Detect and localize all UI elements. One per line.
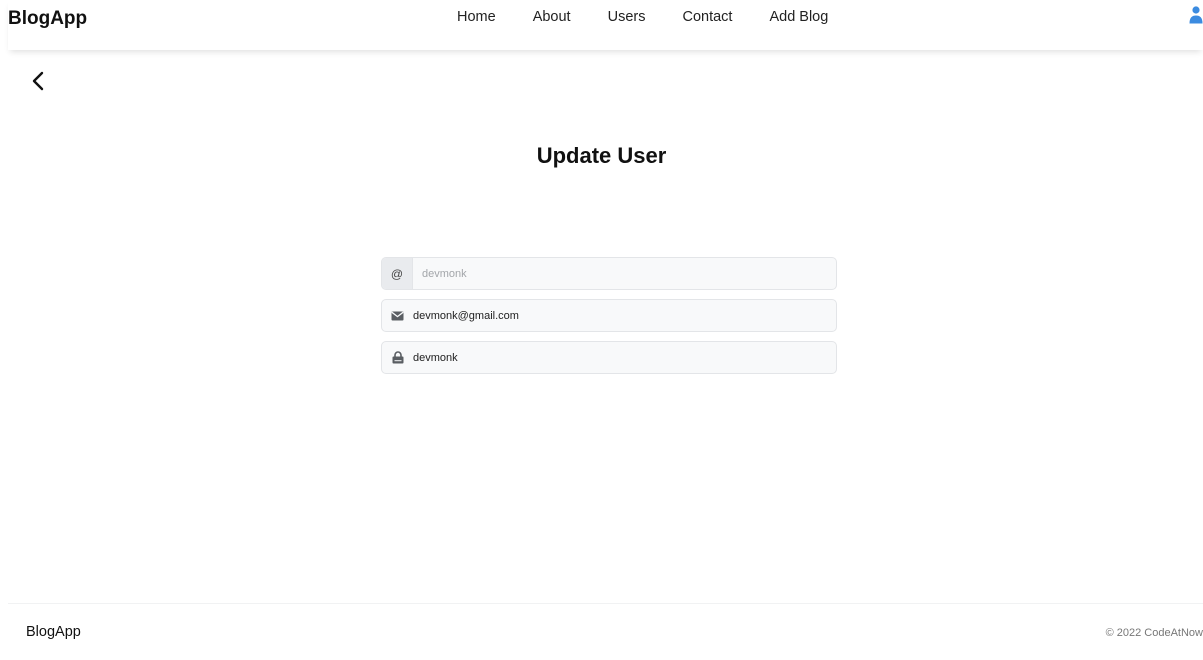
- footer-brand: BlogApp: [26, 624, 81, 640]
- username-field: @: [381, 257, 837, 290]
- nav-link-contact[interactable]: Contact: [682, 9, 732, 25]
- footer: BlogApp © 2022 CodeAtNow: [8, 603, 1203, 660]
- password-field: [381, 341, 837, 374]
- username-input[interactable]: [413, 258, 836, 289]
- password-input[interactable]: [413, 342, 836, 373]
- page-title: Update User: [536, 143, 667, 168]
- email-input[interactable]: [413, 300, 836, 331]
- envelope-icon: [382, 300, 413, 331]
- user-icon[interactable]: [1189, 6, 1203, 24]
- nav-link-about[interactable]: About: [533, 9, 571, 25]
- email-field: [381, 299, 837, 332]
- nav-link-add-blog[interactable]: Add Blog: [769, 9, 828, 25]
- nav-links: Home About Users Contact Add Blog: [457, 9, 828, 25]
- nav-link-home[interactable]: Home: [457, 9, 496, 25]
- navbar: BlogApp Home About Users Contact Add Blo…: [8, 0, 1203, 50]
- brand-logo[interactable]: BlogApp: [8, 8, 87, 30]
- update-user-form: @: [381, 257, 837, 383]
- nav-link-users[interactable]: Users: [608, 9, 646, 25]
- footer-copyright: © 2022 CodeAtNow: [1105, 627, 1203, 639]
- chevron-left-icon[interactable]: [30, 70, 48, 92]
- at-prefix: @: [382, 258, 413, 289]
- lock-icon: [382, 342, 413, 373]
